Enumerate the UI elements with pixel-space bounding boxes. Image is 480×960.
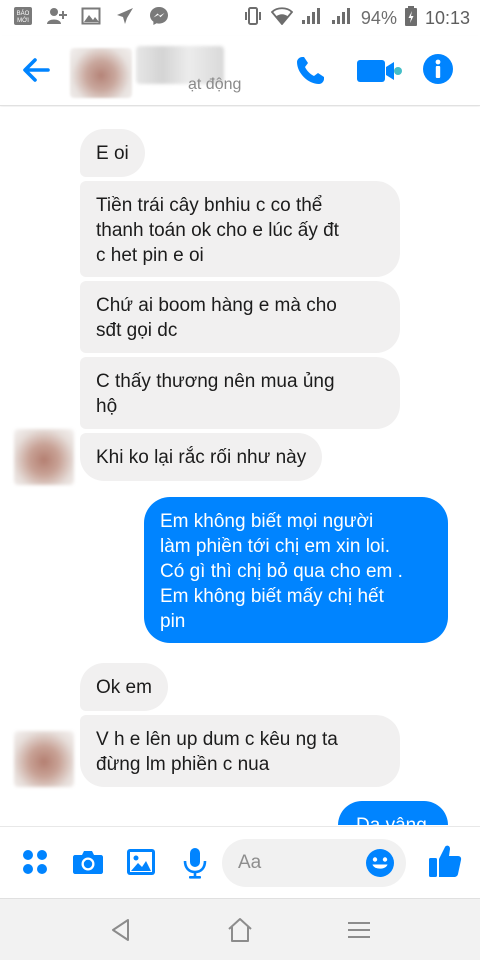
contact-avatar[interactable] — [70, 48, 132, 98]
add-person-icon — [46, 5, 68, 27]
incoming-message[interactable]: Tiền trái cây bnhiu c co thể thanh toán … — [80, 181, 400, 277]
sender-avatar[interactable] — [14, 731, 74, 787]
signal-icon — [301, 7, 323, 30]
back-arrow-icon[interactable] — [18, 52, 54, 88]
incoming-message[interactable]: Khi ko lại rắc rối như này — [80, 433, 323, 481]
menu-icon[interactable] — [344, 915, 374, 945]
message-list[interactable]: E oi Tiền trái cây bnhiu c co thể thanh … — [0, 107, 480, 825]
microphone-icon[interactable] — [180, 847, 212, 879]
battery-percent: 94% — [360, 8, 397, 28]
conversation-header: ạt động — [0, 36, 480, 106]
svg-text:BÁO: BÁO — [17, 10, 30, 17]
gallery-icon — [80, 5, 102, 27]
outgoing-message[interactable]: Da vâng — [338, 801, 448, 825]
android-nav-bar — [0, 898, 480, 960]
svg-text:MỚI: MỚI — [17, 17, 29, 24]
info-icon[interactable] — [422, 53, 454, 85]
incoming-message[interactable]: E oi — [80, 129, 145, 177]
battery-icon — [404, 6, 417, 31]
wifi-icon — [270, 7, 294, 30]
phone-icon[interactable] — [293, 54, 327, 88]
status-left-icons: BÁO MỚI — [12, 5, 170, 27]
incoming-message[interactable]: Ok em — [80, 663, 168, 711]
contact-active-status: ạt động — [188, 76, 242, 93]
camera-icon[interactable] — [72, 847, 104, 879]
back-triangle-icon[interactable] — [106, 915, 136, 945]
status-bar: BÁO MỚI 94% 10:13 — [0, 0, 480, 36]
vibrate-icon — [243, 6, 263, 31]
status-right: 94% 10:13 — [243, 6, 470, 31]
incoming-message[interactable]: V h e lên up dum c kêu ng ta đừng lm phi… — [80, 715, 400, 787]
thumbs-up-icon[interactable] — [428, 843, 462, 879]
message-input-placeholder: Aa — [238, 852, 262, 873]
clock: 10:13 — [424, 8, 470, 28]
bao-moi-icon: BÁO MỚI — [12, 5, 34, 27]
signal-icon-2 — [331, 7, 353, 30]
video-icon[interactable] — [355, 54, 403, 88]
apps-grid-icon[interactable] — [20, 847, 52, 879]
home-icon[interactable] — [225, 915, 255, 945]
message-input[interactable]: Aa — [222, 839, 406, 887]
image-icon[interactable] — [126, 847, 158, 879]
outgoing-message[interactable]: Em không biết mọi người làm phiền tới ch… — [144, 497, 448, 643]
sender-avatar[interactable] — [14, 429, 74, 485]
airplane-icon — [114, 5, 136, 27]
incoming-message[interactable]: Chứ ai boom hàng e mà cho sđt gọi dc — [80, 281, 400, 353]
emoji-icon[interactable] — [364, 847, 396, 879]
composer-bar: Aa — [0, 826, 480, 898]
messenger-icon — [148, 5, 170, 27]
incoming-message[interactable]: C thấy thương nên mua ủng hộ — [80, 357, 400, 429]
